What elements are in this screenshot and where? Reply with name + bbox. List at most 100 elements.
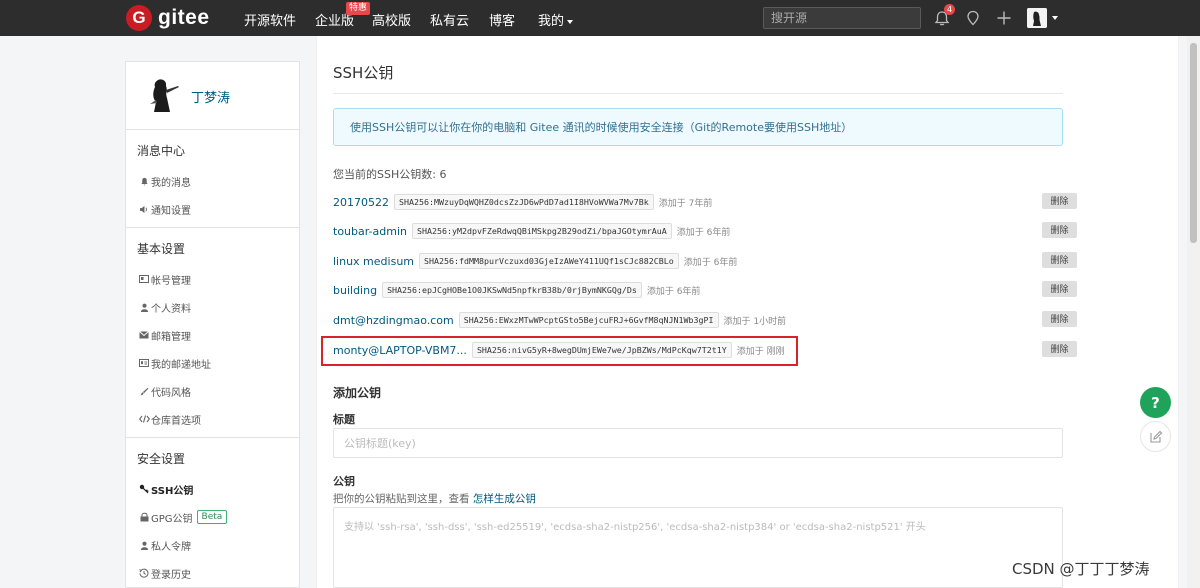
key-fingerprint: SHA256:fdMM8purVczuxd03GjeIzAWeY411UQf1s… [419, 253, 679, 269]
delete-key-button[interactable]: 删除 [1042, 341, 1077, 357]
sidebar-item-private-tokens[interactable]: 私人令牌 [126, 531, 299, 559]
sidebar-item-label: 帐号管理 [151, 275, 191, 287]
logo-icon: G [126, 5, 152, 31]
user-name[interactable]: 丁梦涛 [191, 87, 230, 106]
nav-blog[interactable]: 博客 [489, 10, 515, 29]
sidebar-item-address[interactable]: 我的邮递地址 [126, 349, 299, 377]
key-count: 您当前的SSH公钥数: 6 [333, 168, 447, 181]
how-to-generate-link[interactable]: 怎样生成公钥 [473, 493, 536, 505]
user-icon [137, 303, 151, 312]
sidebar-item-profile[interactable]: 个人资料 [126, 293, 299, 321]
beta-badge: Beta [196, 510, 228, 524]
bell-icon [137, 177, 151, 186]
highlight-box [321, 336, 798, 366]
key-added-time: 添加于 6年前 [683, 257, 738, 268]
key-title[interactable]: 20170522 [333, 196, 389, 209]
delete-key-button[interactable]: 删除 [1042, 252, 1077, 268]
sidebar-item-label: SSH公钥 [151, 485, 194, 497]
sidebar-item-my-messages[interactable]: 我的消息 [126, 167, 299, 195]
key-added-time: 添加于 6年前 [676, 227, 731, 238]
section-title: 消息中心 [137, 144, 186, 158]
nav-promo-badge: 特惠 [346, 2, 371, 15]
public-key-textarea[interactable] [333, 507, 1063, 588]
lock-icon [137, 512, 151, 522]
sidebar-item-label: 登录历史 [151, 569, 191, 581]
ssh-key-row: toubar-admin SHA256:yM2dpvFZeRdwqQBiMSkp… [333, 221, 1077, 241]
sidebar-item-label: 我的邮递地址 [151, 359, 211, 371]
location-icon[interactable] [964, 9, 982, 27]
nav-education[interactable]: 高校版 [372, 10, 411, 29]
sidebar-item-label: 通知设置 [151, 205, 191, 217]
nav-mine-dropdown[interactable]: 我的 [538, 10, 574, 29]
nav-open-source[interactable]: 开源软件 [244, 10, 296, 29]
volume-icon [137, 205, 151, 214]
mail-icon [137, 331, 151, 339]
chevron-down-icon [567, 19, 574, 24]
user-avatar-top[interactable] [1027, 8, 1047, 28]
plus-icon[interactable] [995, 9, 1013, 27]
main-content: SSH公钥 使用SSH公钥可以让你在你的电脑和 Gitee 通讯的时候使用安全连… [316, 36, 1179, 588]
delete-key-button[interactable]: 删除 [1042, 222, 1077, 238]
message-center-section: 消息中心 我的消息 通知设置 [126, 130, 299, 228]
key-hint-text: 把你的公钥粘贴到这里，查看 [333, 493, 470, 505]
ssh-key-row: linux medisum SHA256:fdMM8purVczuxd03Gje… [333, 251, 1077, 271]
delete-key-button[interactable]: 删除 [1042, 281, 1077, 297]
add-key-heading: 添加公钥 [333, 386, 382, 400]
sidebar-item-label: 个人资料 [151, 303, 191, 315]
key-added-time: 添加于 1小时前 [723, 316, 787, 327]
sidebar-item-label: 代码风格 [151, 387, 191, 399]
user-icon [137, 541, 151, 550]
avatar [1027, 8, 1047, 28]
sidebar-item-code-style[interactable]: 代码风格 [126, 377, 299, 405]
key-hint: 把你的公钥粘贴到这里，查看 怎样生成公钥 [333, 491, 536, 506]
key-fingerprint: SHA256:yM2dpvFZeRdwqQBiMSkpg2B29odZi/bpa… [412, 223, 672, 239]
key-fingerprint: SHA256:EWxzMTwWPcptGSto5BejcuFRJ+6GvfM8q… [458, 312, 719, 328]
code-icon [137, 415, 151, 423]
watermark: CSDN @丁丁丁梦涛 [1012, 560, 1150, 578]
sidebar-item-gpg-keys[interactable]: GPG公钥 Beta [126, 503, 299, 531]
basic-settings-section: 基本设置 帐号管理 个人资料 邮箱管理 我的邮递地址 代码风格 仓库首选项 [126, 228, 299, 438]
security-settings-section: 安全设置 SSH公钥 GPG公钥 Beta 私人令牌 登录历史 [126, 438, 299, 588]
help-button[interactable]: ? [1140, 387, 1171, 418]
page-title: SSH公钥 [333, 64, 394, 82]
sidebar-item-repo-preferences[interactable]: 仓库首选项 [126, 405, 299, 433]
id-card-icon [137, 275, 151, 283]
gitee-logo[interactable]: G gitee [126, 5, 210, 31]
notification-badge: 4 [944, 4, 955, 15]
sidebar-item-login-history[interactable]: 登录历史 [126, 559, 299, 587]
sidebar-item-notification-settings[interactable]: 通知设置 [126, 195, 299, 223]
nav-mine-label: 我的 [538, 14, 565, 29]
delete-key-button[interactable]: 删除 [1042, 311, 1077, 327]
key-label: 公钥 [333, 475, 355, 488]
key-title-input[interactable] [333, 428, 1063, 458]
search-input[interactable] [763, 7, 921, 29]
key-title[interactable]: linux medisum [333, 255, 414, 268]
key-title[interactable]: building [333, 284, 377, 297]
avatar[interactable] [140, 74, 182, 116]
sidebar-item-label: 私人令牌 [151, 541, 191, 553]
sidebar-item-label: 仓库首选项 [151, 415, 201, 427]
sidebar-item-ssh-keys[interactable]: SSH公钥 [126, 475, 299, 503]
feedback-button[interactable] [1140, 421, 1171, 452]
edit-icon [1149, 430, 1162, 443]
delete-key-button[interactable]: 删除 [1042, 193, 1077, 209]
settings-sidebar: 丁梦涛 消息中心 我的消息 通知设置 基本设置 帐号管理 个人资料 邮箱管理 我… [125, 61, 300, 588]
ssh-key-row: dmt@hzdingmao.com SHA256:EWxzMTwWPcptGSt… [333, 310, 1077, 330]
ssh-key-row: 20170522 SHA256:MWzuyDqWQHZ0dcsZzJD6wPdD… [333, 192, 1077, 212]
sidebar-item-email[interactable]: 邮箱管理 [126, 321, 299, 349]
key-added-time: 添加于 7年前 [658, 198, 713, 209]
key-title[interactable]: dmt@hzdingmao.com [333, 314, 454, 327]
key-title[interactable]: toubar-admin [333, 225, 407, 238]
scrollbar-thumb[interactable] [1190, 43, 1197, 243]
address-card-icon [137, 359, 151, 367]
section-title: 安全设置 [137, 452, 186, 466]
sidebar-item-label: 邮箱管理 [151, 331, 191, 343]
page-scrollbar[interactable] [1187, 36, 1200, 588]
avatar-chevron-down-icon[interactable] [1052, 16, 1058, 20]
nav-private-cloud[interactable]: 私有云 [430, 10, 469, 29]
key-fingerprint: SHA256:epJCgHOBe1O0JKSwNd5npfkrB38b/0rjB… [382, 282, 642, 298]
top-navbar: G gitee 开源软件 企业版 特惠 高校版 私有云 博客 我的 4 [0, 0, 1200, 36]
sidebar-item-account[interactable]: 帐号管理 [126, 265, 299, 293]
sidebar-item-label: 我的消息 [151, 177, 191, 189]
sidebar-item-label: GPG公钥 [151, 513, 193, 525]
